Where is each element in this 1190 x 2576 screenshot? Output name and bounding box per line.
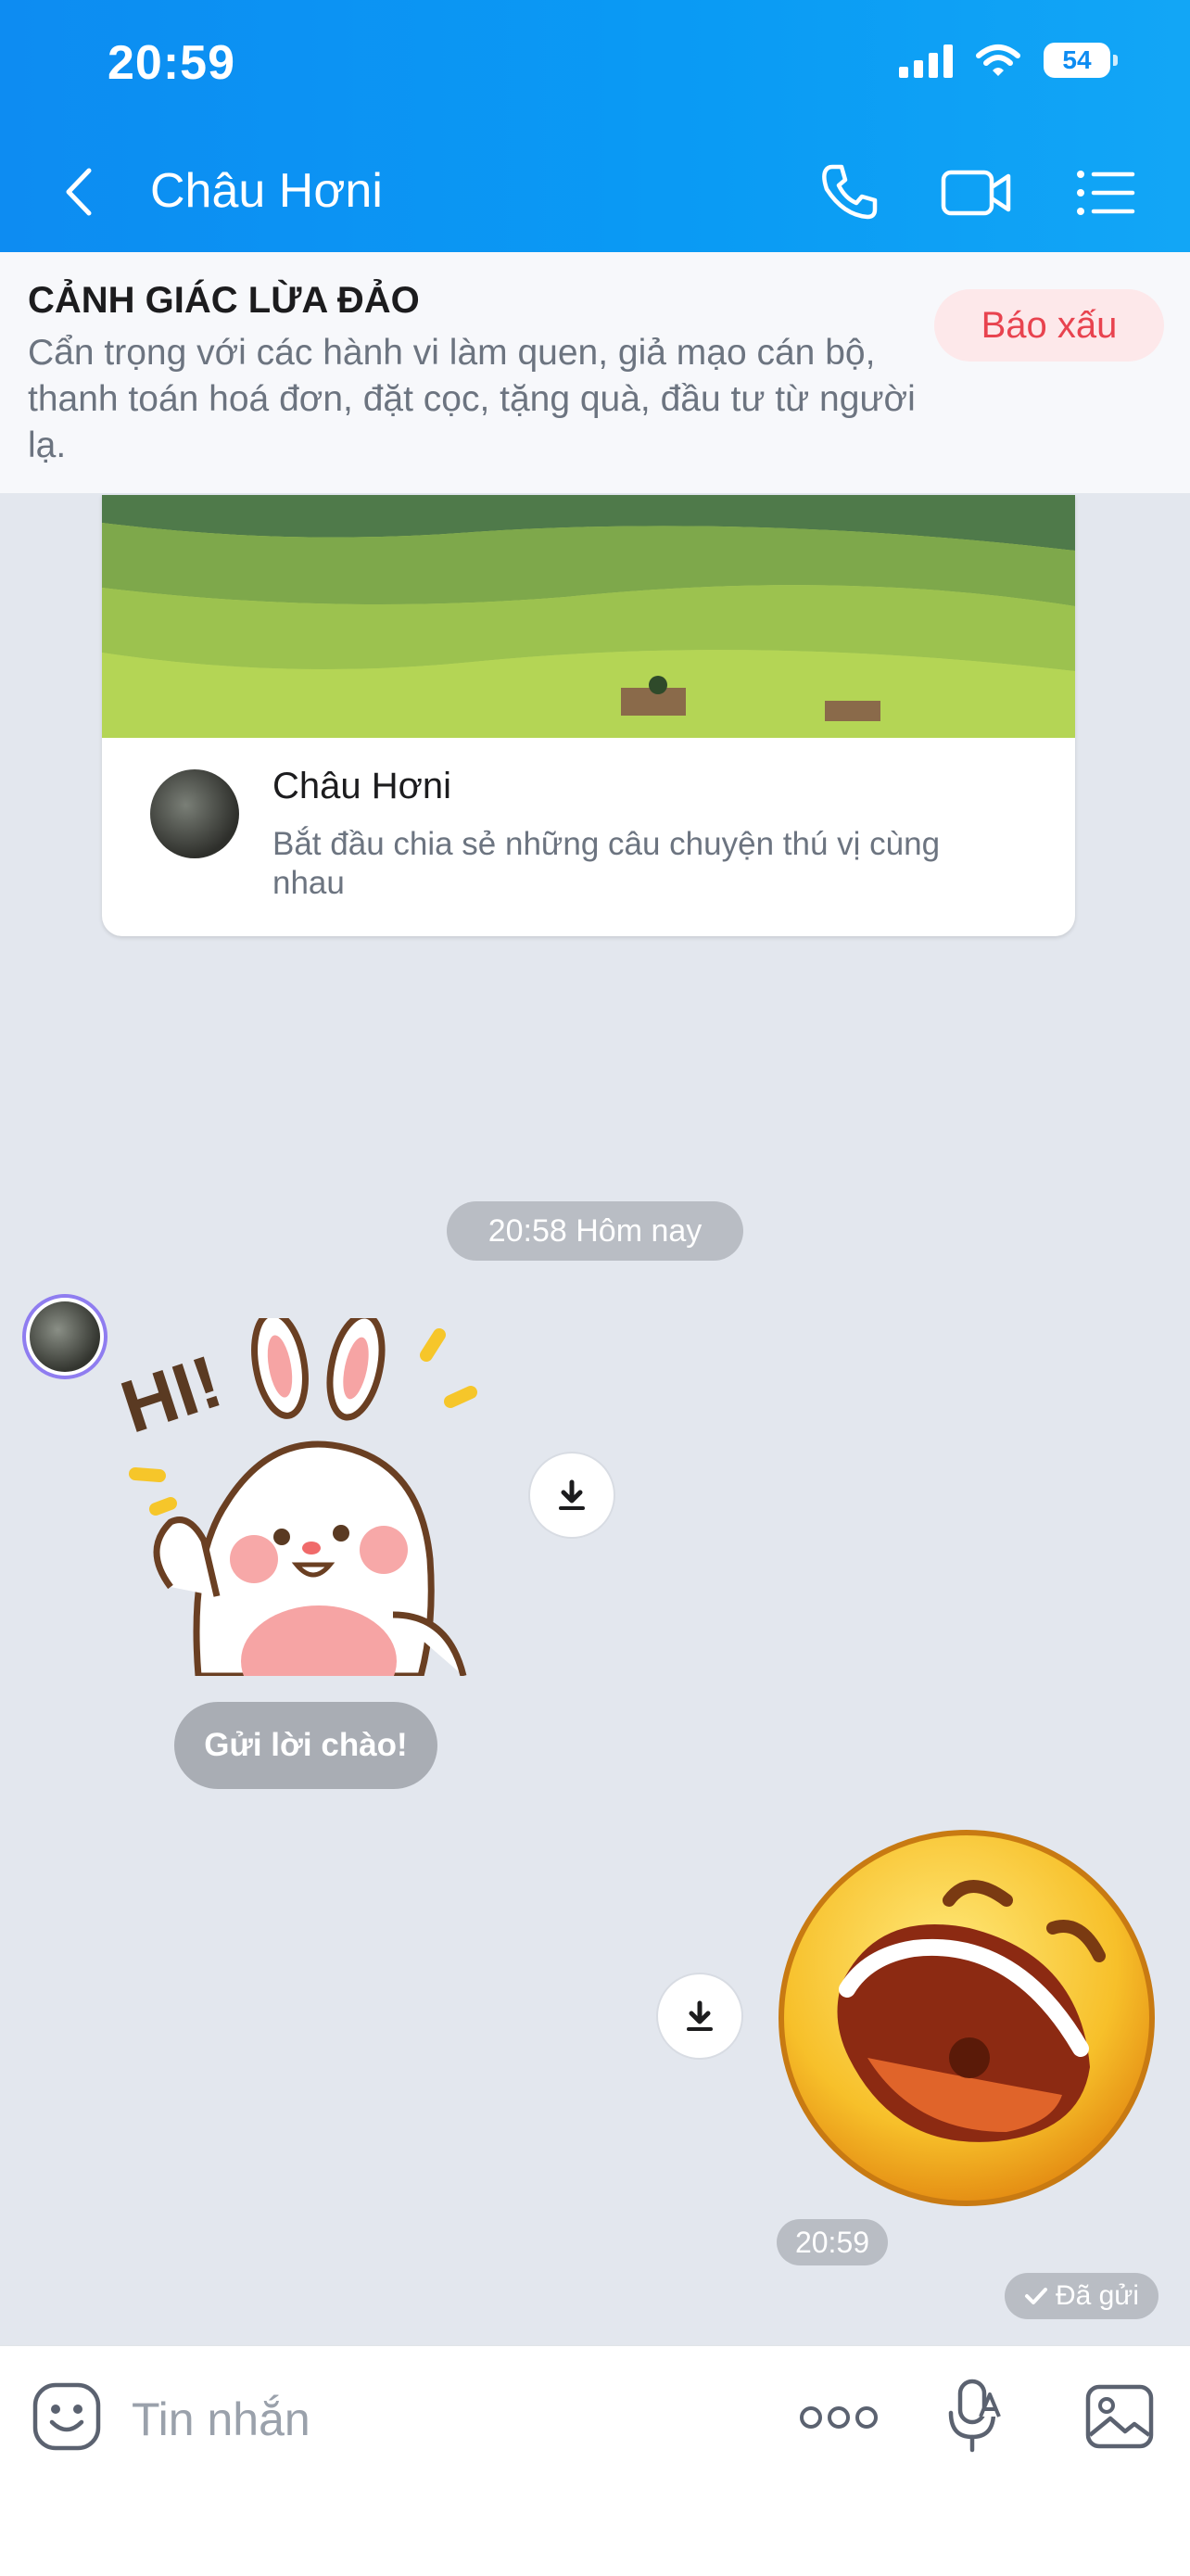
send-greeting-button[interactable]: Gửi lời chào! <box>174 1702 437 1789</box>
cover-photo <box>102 495 1075 738</box>
sticker-emoji-button[interactable] <box>32 2381 102 2452</box>
profile-card[interactable]: Châu Hơni Bắt đầu chia sẻ những câu chuy… <box>102 495 1075 936</box>
chat-title[interactable]: Châu Hơni <box>150 163 383 219</box>
chat-header: 20:59 54 Châu Hơni <box>0 0 1190 252</box>
warning-title: CẢNH GIÁC LỪA ĐẢO <box>28 280 420 321</box>
bunny-hi-sticker[interactable]: HI! <box>115 1318 504 1676</box>
phone-call-button[interactable] <box>816 159 882 226</box>
signal-icon <box>899 43 953 78</box>
sent-status: Đã gửi <box>1005 2273 1158 2319</box>
sent-status-label: Đã gửi <box>1055 2280 1140 2311</box>
sender-avatar[interactable] <box>22 1294 108 1379</box>
image-picker-button[interactable] <box>1084 2383 1155 2450</box>
back-button[interactable] <box>52 159 108 224</box>
warning-text: Cẩn trọng với các hành vi làm quen, giả … <box>28 333 916 465</box>
report-button[interactable]: Báo xấu <box>934 289 1164 362</box>
menu-list-button[interactable] <box>1071 159 1138 226</box>
message-time: 20:59 <box>777 2219 888 2265</box>
time-divider: 20:58 Hôm nay <box>447 1201 743 1261</box>
laughing-emoji-sticker[interactable] <box>775 1826 1158 2210</box>
sticker-hi-text: HI! <box>115 1339 231 1449</box>
download-icon <box>559 1479 585 1510</box>
status-time: 20:59 <box>108 36 235 90</box>
status-icons: 54 <box>899 43 1118 78</box>
scam-warning-banner: CẢNH GIÁC LỪA ĐẢO Cẩn trọng với các hành… <box>0 252 1190 493</box>
download-sticker-button[interactable] <box>528 1452 615 1539</box>
wifi-icon <box>976 44 1020 76</box>
check-icon <box>1024 2288 1047 2304</box>
battery-icon: 54 <box>1044 43 1118 78</box>
more-options-button[interactable] <box>799 2394 879 2441</box>
profile-name: Châu Hơni <box>272 766 451 806</box>
video-call-button[interactable] <box>940 159 1014 226</box>
voice-to-text-button[interactable] <box>945 2376 1003 2455</box>
download-sticker-button[interactable] <box>656 1973 743 2060</box>
message-input-bar <box>0 2345 1190 2576</box>
profile-description: Bắt đầu chia sẻ những câu chuyện thú vị … <box>272 826 941 901</box>
message-input[interactable] <box>130 2389 690 2450</box>
profile-avatar[interactable] <box>150 769 239 858</box>
download-icon <box>687 2000 713 2031</box>
